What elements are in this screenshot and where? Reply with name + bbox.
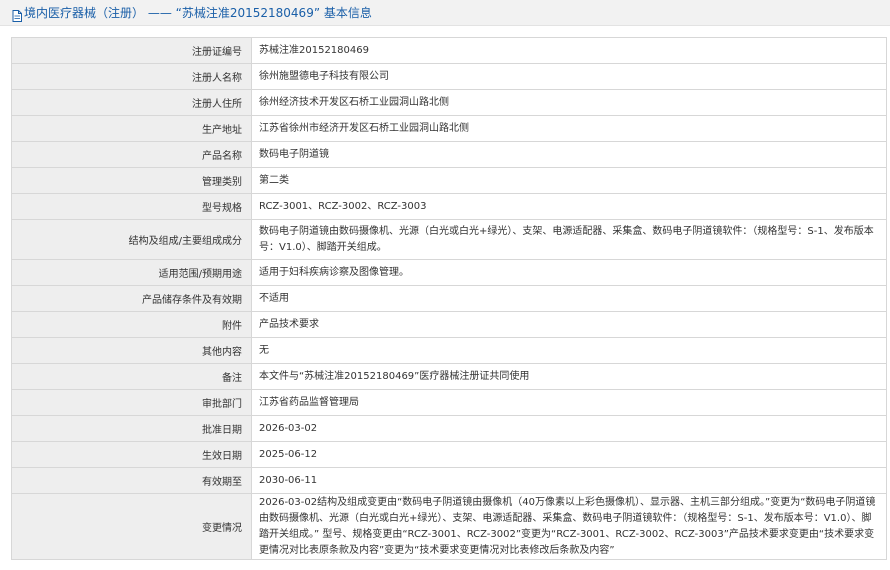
table-row-attachment: 附件 产品技术要求 — [11, 311, 887, 338]
table-row-approval-date: 批准日期 2026-03-02 — [11, 415, 887, 442]
row-label: 注册人住所 — [11, 89, 252, 116]
table-row-approval-dept: 审批部门 江苏省药品监督管理局 — [11, 389, 887, 416]
row-value: 2026-03-02结构及组成变更由“数码电子阴道镜由摄像机（40万像素以上彩色… — [251, 493, 887, 560]
row-label: 管理类别 — [11, 167, 252, 194]
row-label: 有效期至 — [11, 467, 252, 494]
row-label: 附件 — [11, 311, 252, 338]
table-row-remarks: 备注 本文件与“苏械注准20152180469”医疗器械注册证共同使用 — [11, 363, 887, 390]
row-label: 生产地址 — [11, 115, 252, 142]
table-row-model-spec: 型号规格 RCZ-3001、RCZ-3002、RCZ-3003 — [11, 193, 887, 220]
table-row-management-class: 管理类别 第二类 — [11, 167, 887, 194]
row-value: 无 — [251, 337, 887, 364]
row-value: 徐州经济技术开发区石桥工业园洞山路北侧 — [251, 89, 887, 116]
device-info-table: 注册证编号 苏械注准20152180469 注册人名称 徐州施盟德电子科技有限公… — [11, 37, 887, 560]
table-row-intended-use: 适用范围/预期用途 适用于妇科疾病诊察及图像管理。 — [11, 259, 887, 286]
table-row-product-name: 产品名称 数码电子阴道镜 — [11, 141, 887, 168]
row-label: 其他内容 — [11, 337, 252, 364]
row-label: 生效日期 — [11, 441, 252, 468]
row-value: 适用于妇科疾病诊察及图像管理。 — [251, 259, 887, 286]
row-value: 2026-03-02 — [251, 415, 887, 442]
row-value: 苏械注准20152180469 — [251, 37, 887, 64]
table-row-changes: 变更情况 2026-03-02结构及组成变更由“数码电子阴道镜由摄像机（40万像… — [11, 493, 887, 560]
table-row-registrant-address: 注册人住所 徐州经济技术开发区石桥工业园洞山路北侧 — [11, 89, 887, 116]
table-row-other: 其他内容 无 — [11, 337, 887, 364]
page-title-bar: 境内医疗器械（注册） —— “苏械注准20152180469” 基本信息 — [0, 0, 890, 26]
row-value: 徐州施盟德电子科技有限公司 — [251, 63, 887, 90]
row-label: 注册人名称 — [11, 63, 252, 90]
table-row-structure: 结构及组成/主要组成成分 数码电子阴道镜由数码摄像机、光源（白光或白光+绿光）、… — [11, 219, 887, 260]
table-row-storage: 产品储存条件及有效期 不适用 — [11, 285, 887, 312]
row-value: 2030-06-11 — [251, 467, 887, 494]
row-label: 备注 — [11, 363, 252, 390]
row-value: 产品技术要求 — [251, 311, 887, 338]
row-value: RCZ-3001、RCZ-3002、RCZ-3003 — [251, 193, 887, 220]
row-label: 变更情况 — [11, 493, 252, 560]
row-label: 注册证编号 — [11, 37, 252, 64]
row-label: 型号规格 — [11, 193, 252, 220]
row-label: 审批部门 — [11, 389, 252, 416]
row-value: 2025-06-12 — [251, 441, 887, 468]
row-value: 江苏省徐州市经济开发区石桥工业园洞山路北侧 — [251, 115, 887, 142]
row-label: 结构及组成/主要组成成分 — [11, 219, 252, 260]
row-value: 数码电子阴道镜由数码摄像机、光源（白光或白光+绿光）、支架、电源适配器、采集盒、… — [251, 219, 887, 260]
row-value: 不适用 — [251, 285, 887, 312]
row-value: 第二类 — [251, 167, 887, 194]
table-row-effective-date: 生效日期 2025-06-12 — [11, 441, 887, 468]
row-value: 数码电子阴道镜 — [251, 141, 887, 168]
row-label: 适用范围/预期用途 — [11, 259, 252, 286]
document-icon — [12, 7, 22, 22]
row-label: 产品名称 — [11, 141, 252, 168]
page-title: 境内医疗器械（注册） —— “苏械注准20152180469” 基本信息 — [24, 6, 372, 20]
table-row-registration-no: 注册证编号 苏械注准20152180469 — [11, 37, 887, 64]
row-label: 批准日期 — [11, 415, 252, 442]
table-row-valid-until: 有效期至 2030-06-11 — [11, 467, 887, 494]
row-value: 本文件与“苏械注准20152180469”医疗器械注册证共同使用 — [251, 363, 887, 390]
row-label: 产品储存条件及有效期 — [11, 285, 252, 312]
row-value: 江苏省药品监督管理局 — [251, 389, 887, 416]
table-row-registrant-name: 注册人名称 徐州施盟德电子科技有限公司 — [11, 63, 887, 90]
table-row-production-address: 生产地址 江苏省徐州市经济开发区石桥工业园洞山路北侧 — [11, 115, 887, 142]
